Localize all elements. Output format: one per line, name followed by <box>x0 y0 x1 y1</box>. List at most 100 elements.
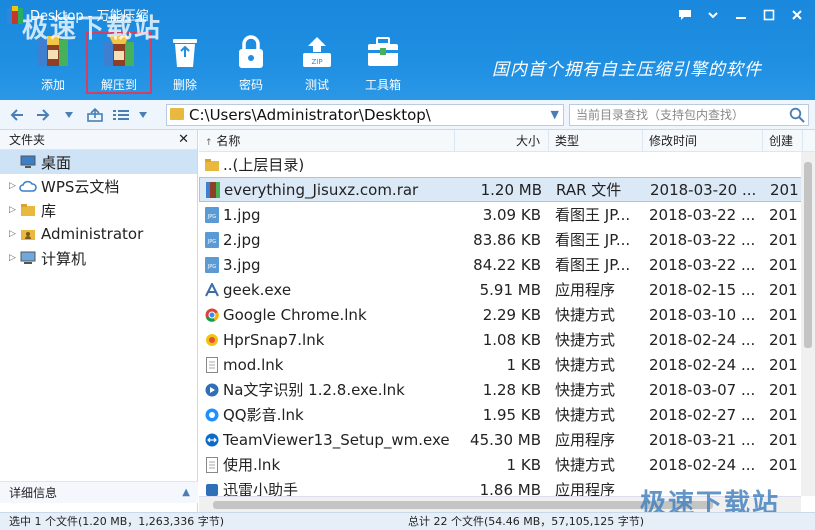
file-modified: 2018-03-22 ... <box>649 255 756 274</box>
file-modified: 2018-03-22 ... <box>649 230 756 249</box>
file-row[interactable]: HprSnap7.lnk 1.08 KB 快捷方式 2018-02-24 ... 201 <box>199 327 815 352</box>
column-name[interactable]: ↑ 名称 <box>199 130 455 151</box>
close-icon[interactable] <box>785 4 809 26</box>
computer-icon <box>19 250 37 266</box>
file-name-cell: ..(上层目录) <box>199 154 455 175</box>
address-dropdown-icon[interactable]: ▼ <box>551 105 559 125</box>
expand-arrow-icon[interactable]: ▷ <box>9 181 19 191</box>
view-list-icon[interactable] <box>112 106 130 124</box>
file-row[interactable]: 使用.lnk 1 KB 快捷方式 2018-02-24 ... 201 <box>199 452 815 477</box>
search-icon[interactable] <box>789 107 805 123</box>
column-size[interactable]: 大小 <box>455 130 549 151</box>
scroll-thumb[interactable] <box>213 501 713 509</box>
svg-text:ZIP: ZIP <box>311 58 322 66</box>
scroll-thumb[interactable] <box>804 162 812 348</box>
details-panel-header[interactable]: 详细信息 ▲ <box>0 481 198 503</box>
vertical-scrollbar[interactable] <box>801 152 815 496</box>
address-bar[interactable]: C:\Users\Administrator\Desktop\ ▼ <box>166 104 564 126</box>
status-total: 总计 22 个文件(54.46 MB，57,105,125 字节) <box>408 515 645 528</box>
folder-panel: 文件夹 ✕ 桌面 ▷ WPS云文档 ▷ 库 ▷ Administrator ▷ … <box>0 130 198 512</box>
file-type: 看图王 JP... <box>555 231 631 249</box>
expand-arrow-icon[interactable]: ▷ <box>9 205 19 215</box>
file-row[interactable]: QQ影音.lnk 1.95 KB 快捷方式 2018-02-27 ... 201 <box>199 402 815 427</box>
teamviewer-icon <box>205 432 219 448</box>
expand-arrow-icon[interactable]: ▷ <box>9 253 19 263</box>
maximize-icon[interactable] <box>757 4 781 26</box>
recycle-bin-icon <box>165 32 205 72</box>
file-name: HprSnap7.lnk <box>223 330 325 349</box>
status-bar: 选中 1 个文件(1.20 MB，1,263,336 字节) 总计 22 个文件… <box>0 512 815 530</box>
tree-item-wps-cloud[interactable]: ▷ WPS云文档 <box>0 174 197 198</box>
file-name-cell: Google Chrome.lnk <box>199 306 455 324</box>
toolbox-button[interactable]: 工具箱 <box>350 32 416 94</box>
folder-panel-header: 文件夹 ✕ <box>0 130 197 150</box>
search-input[interactable]: 当前目录查找（支持包内查找） <box>569 104 809 126</box>
file-created: 201 <box>769 430 798 449</box>
file-size: 1 KB <box>506 355 541 374</box>
file-created: 201 <box>769 380 798 399</box>
file-created: 201 <box>769 205 798 224</box>
dropdown-icon[interactable] <box>701 4 725 26</box>
tree-item-label: 库 <box>41 201 57 220</box>
lock-icon <box>231 32 271 72</box>
file-row[interactable]: JPG 2.jpg 83.86 KB 看图王 JP... 2018-03-22 ... 2… <box>199 227 815 252</box>
collapse-up-icon[interactable]: ▲ <box>182 482 190 504</box>
file-created: 201 <box>769 305 798 324</box>
file-type: 快捷方式 <box>555 456 616 474</box>
file-created: 201 <box>769 405 798 424</box>
close-panel-icon[interactable]: ✕ <box>178 130 189 150</box>
folder-icon <box>170 108 184 120</box>
back-arrow-icon[interactable] <box>8 106 26 124</box>
tree-item-administrator[interactable]: ▷ Administrator <box>0 222 197 246</box>
file-name: everything_Jisuxz.com.rar <box>224 180 419 199</box>
file-name: 2.jpg <box>223 230 261 249</box>
file-row[interactable]: JPG 1.jpg 3.09 KB 看图王 JP... 2018-03-22 ... 20… <box>199 202 815 227</box>
file-modified: 2018-02-24 ... <box>649 330 756 349</box>
view-dropdown-icon[interactable] <box>134 106 152 124</box>
file-row[interactable]: JPG 3.jpg 84.22 KB 看图王 JP... 2018-03-22 ... 2… <box>199 252 815 277</box>
tree-item-desktop[interactable]: 桌面 <box>0 150 197 174</box>
file-row[interactable]: TeamViewer13_Setup_wm.exe 45.30 MB 应用程序 201… <box>199 427 815 452</box>
tree-item-computer[interactable]: ▷ 计算机 <box>0 246 197 270</box>
minimize-icon[interactable] <box>729 4 753 26</box>
file-type: 看图王 JP... <box>555 256 631 274</box>
forward-arrow-icon[interactable] <box>34 106 52 124</box>
file-type: 应用程序 <box>555 281 616 299</box>
column-modified[interactable]: 修改时间 <box>643 130 763 151</box>
file-modified: 2018-02-27 ... <box>649 405 756 424</box>
comment-icon[interactable] <box>673 4 697 26</box>
file-created: 201 <box>769 230 798 249</box>
expand-arrow-icon[interactable]: ▷ <box>9 229 19 239</box>
jpg-icon: JPG <box>205 206 219 223</box>
column-type[interactable]: 类型 <box>549 130 643 151</box>
file-row[interactable]: mod.lnk 1 KB 快捷方式 2018-02-24 ... 201 <box>199 352 815 377</box>
file-type: 快捷方式 <box>555 306 616 324</box>
history-dropdown-icon[interactable] <box>60 106 78 124</box>
file-row[interactable]: geek.exe 5.91 MB 应用程序 2018-02-15 ... 201 <box>199 277 815 302</box>
file-size: 1.28 KB <box>482 380 541 399</box>
status-selection: 选中 1 个文件(1.20 MB，1,263,336 字节) <box>9 515 225 528</box>
file-row[interactable]: Google Chrome.lnk 2.29 KB 快捷方式 2018-03-10 .… <box>199 302 815 327</box>
file-size: 1.20 MB <box>480 180 542 199</box>
column-created[interactable]: 创建 <box>763 130 803 151</box>
file-type: 快捷方式 <box>555 356 616 374</box>
test-zip-icon: ZIP <box>297 32 337 72</box>
file-row[interactable]: ..(上层目录) <box>199 152 815 177</box>
file-modified: 2018-03-10 ... <box>649 305 756 324</box>
file-size: 3.09 KB <box>482 205 541 224</box>
file-name-cell: 使用.lnk <box>199 454 455 475</box>
up-folder-icon[interactable] <box>86 106 104 124</box>
file-row[interactable]: everything_Jisuxz.com.rar 1.20 MB RAR 文件 20… <box>199 177 815 202</box>
test-button[interactable]: ZIP 测试 <box>284 32 350 94</box>
file-name: TeamViewer13_Setup_wm.exe <box>223 430 450 449</box>
file-modified: 2018-03-20 ... <box>650 180 757 199</box>
file-name: 使用.lnk <box>223 456 281 474</box>
tree-item-library[interactable]: ▷ 库 <box>0 198 197 222</box>
file-created: 201 <box>770 180 799 199</box>
file-name: mod.lnk <box>223 355 284 374</box>
test-label: 测试 <box>304 78 329 92</box>
password-button[interactable]: 密码 <box>218 32 284 94</box>
file-row[interactable]: Na文字识别 1.2.8.exe.lnk 1.28 KB 快捷方式 2018-03-0… <box>199 377 815 402</box>
folder-icon <box>205 157 219 173</box>
file-type: 快捷方式 <box>555 331 616 349</box>
